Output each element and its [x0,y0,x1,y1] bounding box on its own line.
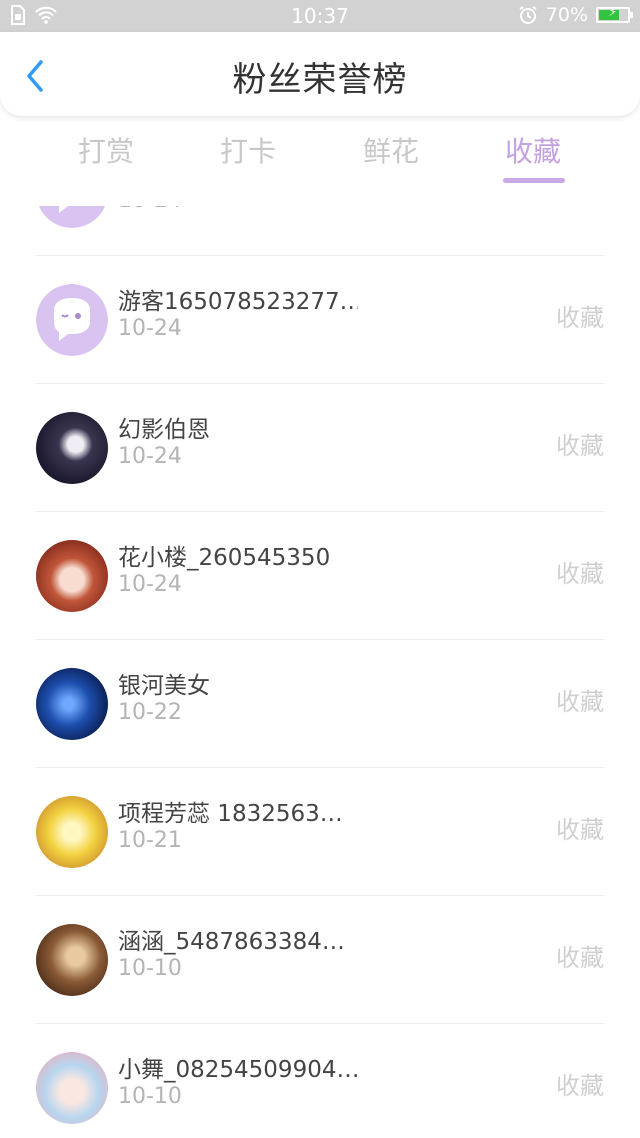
fan-list[interactable]: 10-24 收藏 游客165078523277… 10-24 收藏 幻影伯恩 1… [0,206,640,1138]
user-avatar [36,1052,108,1124]
page-title: 粉丝荣誉榜 [232,60,408,100]
status-right-icons: 70% ⚡ [518,4,633,26]
fan-name: 小舞_08254509904… [118,1057,358,1083]
fan-name: 花小楼_260545350 [118,545,331,571]
user-avatar [36,796,108,868]
user-avatar [36,924,108,996]
fan-name: 银河美女 [118,673,210,699]
fan-date: 10-10 [118,956,182,981]
fan-date: 10-24 [118,206,182,213]
tab-flowers[interactable]: 鲜花 [341,130,441,170]
default-avatar-icon [36,206,108,228]
nav-bar: 粉丝荣誉榜 [0,32,640,116]
favorite-label: 收藏 [556,816,604,844]
fan-date: 10-21 [118,828,182,853]
tab-bar: 打赏 打卡 鲜花 收藏 [0,122,640,206]
charging-bolt-icon: ⚡ [608,5,618,20]
fan-list-content: 10-24 收藏 游客165078523277… 10-24 收藏 幻影伯恩 1… [0,206,640,1138]
alarm-icon [519,6,537,24]
fan-name: 幻影伯恩 [118,417,210,443]
user-avatar [36,412,108,484]
fan-date: 10-10 [118,1084,182,1109]
fan-date: 10-24 [118,316,182,341]
list-item[interactable]: 花小楼_260545350 10-24 收藏 [0,512,640,640]
fan-name: 涵涵_5487863384… [118,929,345,955]
fan-name: 游客165078523277… [118,289,358,315]
user-avatar [36,668,108,740]
status-bar: 10:37 70% ⚡ [0,0,640,32]
list-item[interactable]: 幻影伯恩 10-24 收藏 [0,384,640,512]
list-item[interactable]: 10-24 收藏 [0,206,640,256]
user-avatar [36,540,108,612]
favorite-label: 收藏 [556,304,604,332]
list-item[interactable]: 涵涵_5487863384… 10-10 收藏 [0,896,640,1024]
tab-reward[interactable]: 打赏 [56,130,156,170]
fan-date: 10-22 [118,700,182,725]
favorite-label: 收藏 [556,560,604,588]
tab-favorites[interactable]: 收藏 [483,130,583,170]
battery-charging-icon: ⚡ [596,5,633,23]
list-item[interactable]: 小舞_08254509904… 10-10 收藏 [0,1024,640,1138]
tab-checkin[interactable]: 打卡 [198,130,298,170]
list-item[interactable]: 游客165078523277… 10-24 收藏 [0,256,640,384]
tab-active-indicator [503,178,565,183]
fan-date: 10-24 [118,444,182,469]
favorite-label: 收藏 [556,688,604,716]
favorite-label: 收藏 [556,432,604,460]
battery-percent: 70% [545,4,588,26]
fan-name: 项程芳蕊 1832563… [118,801,343,827]
favorite-label: 收藏 [556,944,604,972]
list-item[interactable]: 项程芳蕊 1832563… 10-21 收藏 [0,768,640,896]
list-item[interactable]: 银河美女 10-22 收藏 [0,640,640,768]
favorite-label: 收藏 [556,1072,604,1100]
default-avatar-icon [36,284,108,356]
fan-date: 10-24 [118,572,182,597]
